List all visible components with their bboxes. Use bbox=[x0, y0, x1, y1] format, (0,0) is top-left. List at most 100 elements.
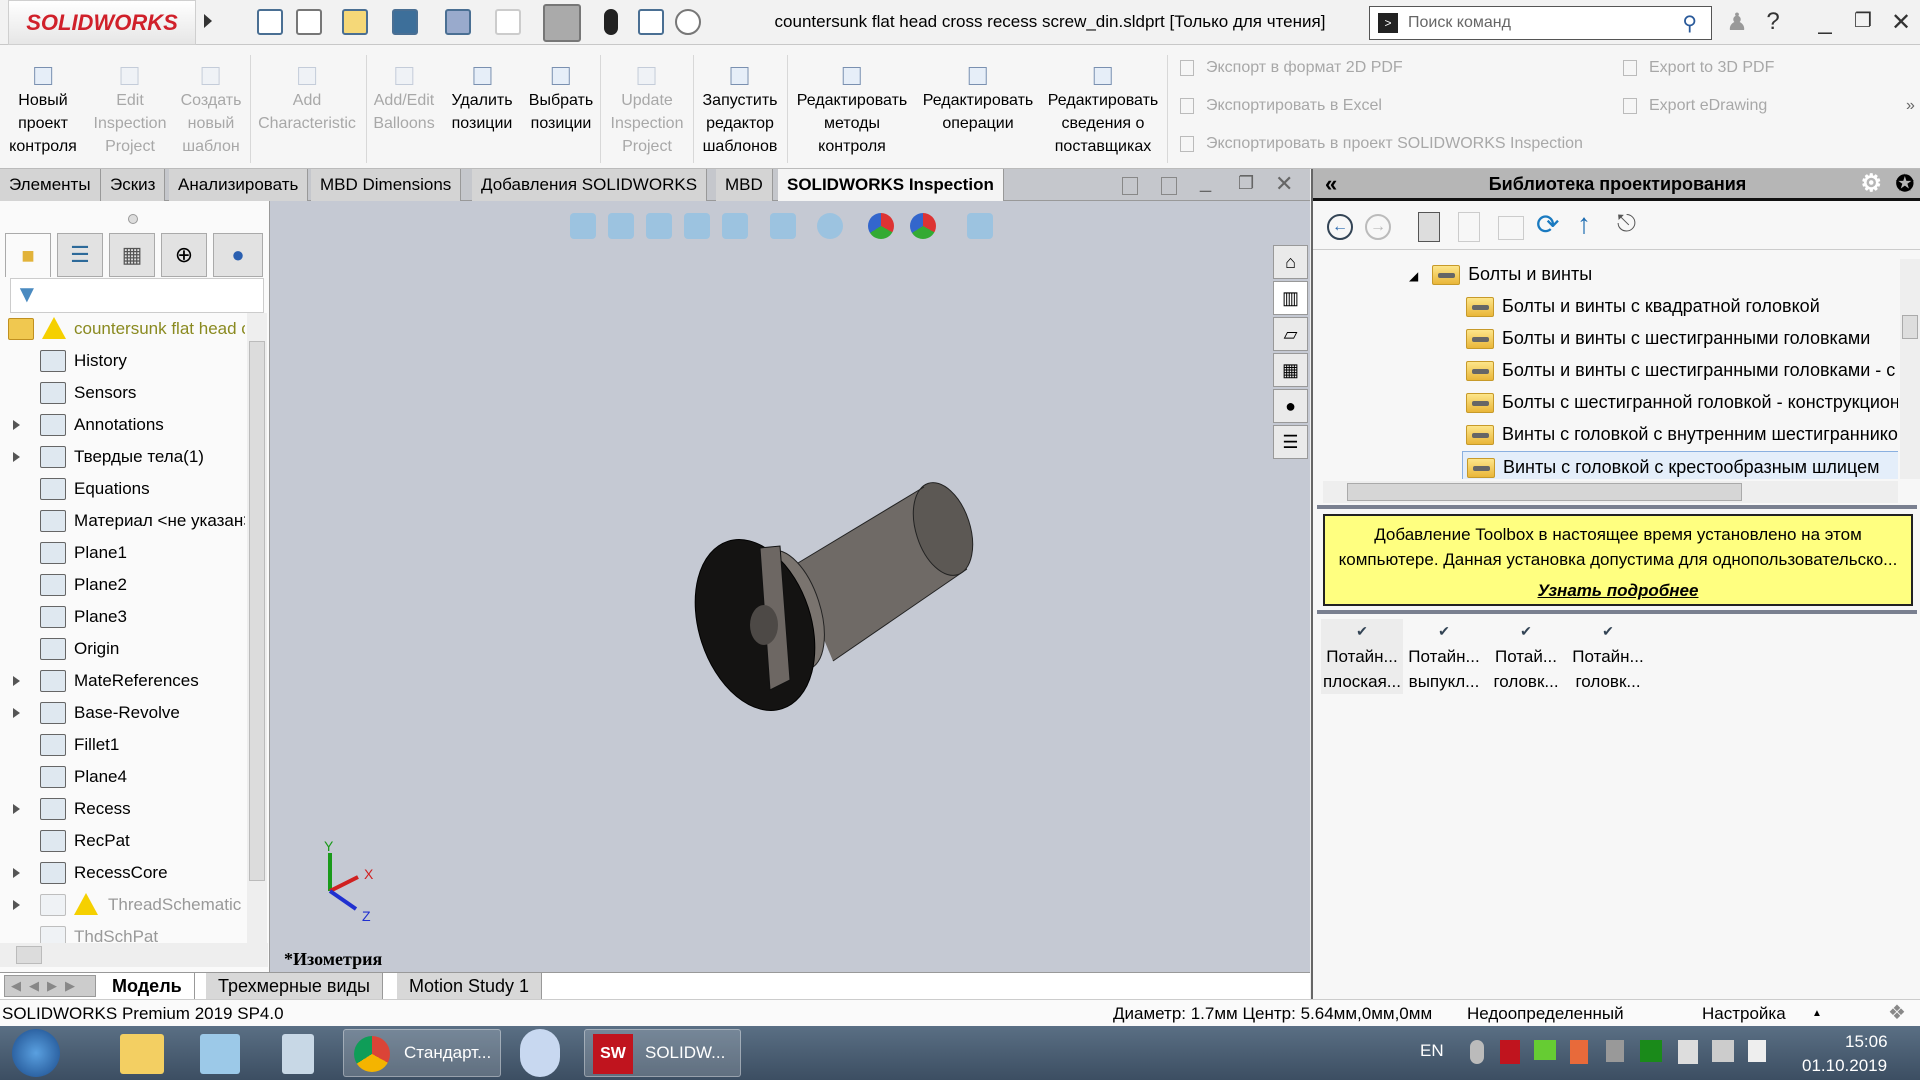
tag-icon[interactable]: ❖ bbox=[1888, 1000, 1906, 1027]
tile-left-icon[interactable] bbox=[1122, 177, 1138, 195]
action-center-flag-icon[interactable] bbox=[1678, 1040, 1698, 1064]
tab-анализировать[interactable]: Анализировать bbox=[169, 169, 309, 201]
restore-button[interactable]: ❐ bbox=[1848, 8, 1878, 33]
ribbon-small-button[interactable]: Export to 3D PDF bbox=[1623, 59, 1774, 77]
ribbon-button[interactable]: Add/Edit Balloons bbox=[373, 67, 435, 135]
volume-warning-icon[interactable] bbox=[1570, 1040, 1588, 1064]
tree-item[interactable]: RecessCore bbox=[0, 857, 245, 889]
system-tray-icons[interactable] bbox=[1470, 1040, 1800, 1066]
nvidia-icon[interactable] bbox=[1534, 1040, 1556, 1060]
ribbon-button[interactable]: Update Inspection Project bbox=[611, 67, 683, 158]
tab-mbd[interactable]: MBD bbox=[716, 169, 773, 201]
ribbon-small-button[interactable]: Export eDrawing bbox=[1623, 97, 1767, 115]
start-button[interactable] bbox=[12, 1029, 60, 1077]
help-icon[interactable]: ? bbox=[1758, 8, 1788, 36]
tree-item[interactable]: History bbox=[0, 345, 245, 377]
expand-arrow-icon[interactable] bbox=[13, 708, 20, 718]
ribbon-button[interactable]: Создать новый шаблон bbox=[181, 67, 241, 158]
tree-item[interactable]: ThreadSchematic bbox=[0, 889, 245, 921]
sync-app-icon[interactable] bbox=[520, 1029, 560, 1077]
calculator-icon[interactable] bbox=[282, 1034, 314, 1074]
tree-vertical-scrollbar[interactable] bbox=[247, 313, 267, 943]
tree-item[interactable]: Plane1 bbox=[0, 537, 245, 569]
tree-item[interactable]: Plane2 bbox=[0, 569, 245, 601]
expand-arrow-icon[interactable] bbox=[13, 868, 20, 878]
tab-feature-manager[interactable]: ■ bbox=[5, 233, 51, 277]
refresh-icon[interactable]: ⟳ bbox=[1536, 208, 1559, 241]
library-folder-root[interactable]: ◢ Болты и винты bbox=[1409, 259, 1592, 289]
library-part[interactable]: ✔ Потайн... головк... bbox=[1567, 619, 1649, 694]
notepad-icon[interactable] bbox=[200, 1034, 240, 1074]
tree-filter-box[interactable]: ▼ bbox=[10, 278, 264, 313]
forward-button[interactable]: → bbox=[1365, 214, 1391, 240]
graphics-area[interactable]: ⌂ ▥ ▱ ▦ ● ☰ Y X Z *Изометрия bbox=[270, 201, 1310, 972]
doc-restore-button[interactable]: ❐ bbox=[1238, 173, 1254, 194]
tab-добавления-solidworks[interactable]: Добавления SOLIDWORKS bbox=[472, 169, 708, 201]
ribbon-button[interactable]: Add Characteristic bbox=[258, 67, 356, 135]
tab-scroll-buttons[interactable]: ◀◀▶▶ bbox=[4, 975, 96, 997]
doc-minimize-button[interactable]: _ bbox=[1200, 171, 1211, 194]
tree-item[interactable]: Fillet1 bbox=[0, 729, 245, 761]
tree-item[interactable]: Origin bbox=[0, 633, 245, 665]
expand-arrow-icon[interactable] bbox=[13, 676, 20, 686]
open-file-icon[interactable] bbox=[342, 9, 368, 35]
ribbon-button[interactable]: Запустить редактор шаблонов bbox=[703, 67, 777, 158]
print-icon[interactable] bbox=[445, 9, 471, 35]
close-button[interactable]: ✕ bbox=[1886, 8, 1916, 37]
panel-splitter-handle[interactable] bbox=[128, 214, 138, 224]
tree-item[interactable]: ThdSchPat bbox=[0, 921, 245, 943]
solidworks-logo[interactable]: SOLIDWORKS bbox=[8, 0, 196, 45]
toolbox-screw-icon[interactable]: ⎋ bbox=[1617, 210, 1636, 238]
command-search-input[interactable]: > Поиск команд ⚲ bbox=[1369, 6, 1712, 40]
learn-more-link[interactable]: Узнать подробнее bbox=[1325, 578, 1911, 603]
tab-display-manager[interactable]: ● bbox=[213, 233, 263, 277]
network-icon[interactable] bbox=[1606, 1040, 1624, 1062]
tab-модель[interactable]: Модель bbox=[100, 973, 195, 999]
add-file-location-icon[interactable] bbox=[1418, 212, 1440, 242]
ribbon-button[interactable]: Edit Inspection Project bbox=[94, 67, 166, 158]
clock-date[interactable]: 01.10.2019 bbox=[1802, 1056, 1887, 1076]
expand-arrow-icon[interactable] bbox=[13, 804, 20, 814]
library-folder[interactable]: Болты и винты с квадратной головкой bbox=[1462, 291, 1898, 321]
library-part[interactable]: ✔ Потайн... выпукл... bbox=[1403, 619, 1485, 694]
library-vertical-scrollbar[interactable] bbox=[1900, 259, 1920, 479]
file-explorer-icon[interactable] bbox=[120, 1034, 164, 1074]
tree-horizontal-scrollbar[interactable] bbox=[0, 943, 268, 967]
library-part[interactable]: ✔ Потайн... плоская... bbox=[1321, 619, 1403, 694]
library-folder[interactable]: Болты и винты с шестигранными головками bbox=[1462, 323, 1898, 353]
ribbon-button[interactable]: Удалить позиции bbox=[451, 67, 513, 135]
tab-configuration-manager[interactable]: ▦ bbox=[109, 233, 155, 277]
new-file-icon[interactable] bbox=[296, 9, 322, 35]
tree-item[interactable]: Plane3 bbox=[0, 601, 245, 633]
tab-трехмерные-виды[interactable]: Трехмерные виды bbox=[206, 973, 383, 999]
settings-gear-icon[interactable]: ⚙ bbox=[1860, 169, 1882, 199]
ribbon-button[interactable]: Редактировать сведения о поставщиках bbox=[1048, 67, 1158, 158]
expand-arrow-icon[interactable] bbox=[13, 420, 20, 430]
user-icon[interactable]: ♟ bbox=[1722, 8, 1752, 37]
library-folder[interactable]: Винты с головкой с внутренним шестигранн… bbox=[1462, 419, 1898, 449]
language-indicator[interactable]: EN bbox=[1420, 1041, 1444, 1061]
bluetooth-icon[interactable] bbox=[1470, 1040, 1484, 1064]
tree-item[interactable]: Sensors bbox=[0, 377, 245, 409]
pin-icon[interactable]: ✪ bbox=[1896, 169, 1914, 199]
ribbon-small-button[interactable]: Экспортировать в проект SOLIDWORKS Inspe… bbox=[1180, 135, 1583, 153]
scrollbar-thumb[interactable] bbox=[249, 341, 265, 881]
collapse-arrow-icon[interactable]: ◢ bbox=[1409, 269, 1418, 283]
search-icon[interactable]: ⚲ bbox=[1682, 11, 1697, 36]
scrollbar-thumb[interactable] bbox=[1902, 315, 1918, 339]
scrollbar-thumb[interactable] bbox=[16, 946, 42, 964]
tab-эскиз[interactable]: Эскиз bbox=[101, 169, 166, 201]
scrollbar-thumb[interactable] bbox=[1347, 483, 1742, 501]
tree-item[interactable]: MateReferences bbox=[0, 665, 245, 697]
save-icon[interactable] bbox=[392, 9, 418, 35]
tree-item[interactable]: countersunk flat head cross recess screw… bbox=[0, 313, 245, 345]
tab-элементы[interactable]: Элементы bbox=[0, 169, 101, 201]
taskbar-solidworks[interactable]: SW SOLIDW... bbox=[584, 1029, 741, 1077]
tab-mbd-dimensions[interactable]: MBD Dimensions bbox=[311, 169, 462, 201]
clock-time[interactable]: 15:06 bbox=[1845, 1032, 1888, 1052]
network-monitor-icon[interactable] bbox=[1712, 1040, 1734, 1062]
screw-model[interactable] bbox=[270, 201, 1310, 972]
library-part[interactable]: ✔ Потай... головк... bbox=[1485, 619, 1567, 694]
tab-dimxpert-manager[interactable]: ⊕ bbox=[161, 233, 207, 277]
expand-arrow-icon[interactable] bbox=[13, 900, 20, 910]
